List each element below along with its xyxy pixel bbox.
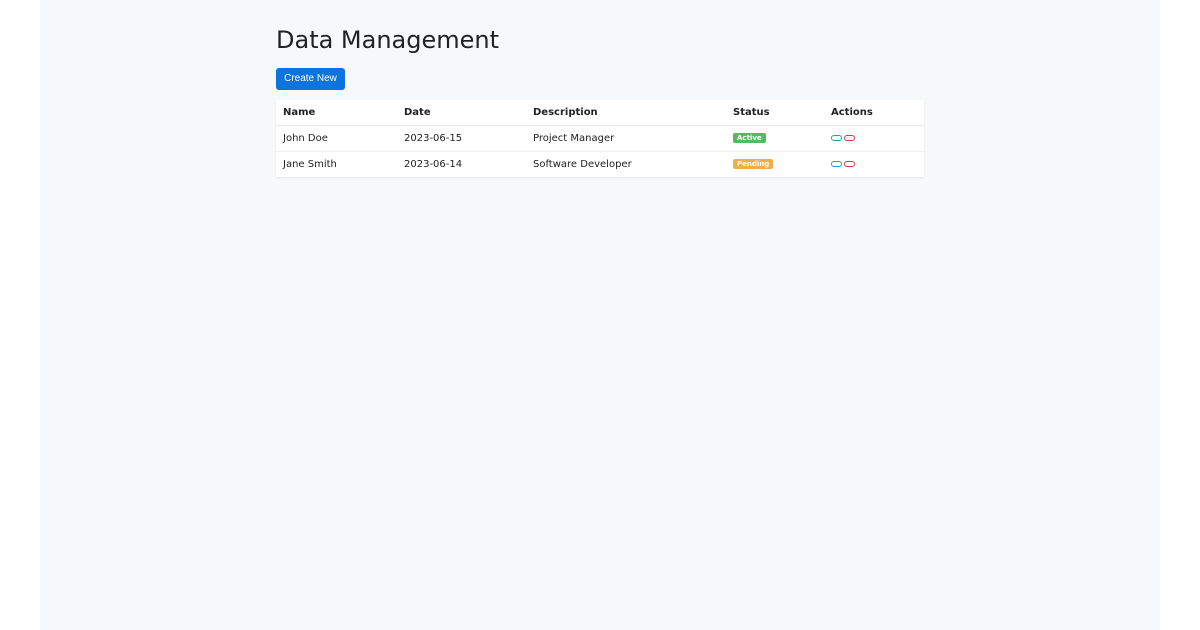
data-table: Name Date Description Status Actions Joh… [276, 100, 924, 177]
data-table-card: Name Date Description Status Actions Joh… [276, 100, 924, 177]
status-badge: Active [733, 133, 766, 143]
cell-actions [824, 152, 924, 178]
delete-icon[interactable] [844, 135, 855, 141]
column-header-description: Description [526, 100, 726, 126]
cell-date: 2023-06-15 [397, 125, 526, 152]
table-header-row: Name Date Description Status Actions [276, 100, 924, 126]
cell-description: Project Manager [526, 125, 726, 152]
column-header-name: Name [276, 100, 397, 126]
cell-status: Active [726, 125, 824, 152]
edit-icon[interactable] [831, 135, 842, 141]
cell-name: John Doe [276, 125, 397, 152]
cell-date: 2023-06-14 [404, 159, 463, 170]
cell-description: Software Developer [533, 159, 632, 170]
column-header-status: Status [726, 100, 824, 126]
cell-actions [824, 125, 924, 152]
column-header-date: Date [397, 100, 526, 126]
page-title: Data Management [276, 26, 500, 54]
table-row: Jane Smith 2023-06-14 Software Developer… [276, 152, 924, 178]
table-row: John Doe 2023-06-15 Project Manager Acti… [276, 125, 924, 152]
delete-icon[interactable] [844, 161, 855, 167]
status-badge: Pending [733, 159, 774, 169]
edit-icon[interactable] [831, 161, 842, 167]
page-background [40, 0, 1160, 630]
column-header-actions: Actions [824, 100, 924, 126]
cell-name: Jane Smith [283, 159, 337, 170]
create-new-button[interactable]: Create New [276, 68, 345, 90]
cell-status: Pending [726, 152, 824, 178]
